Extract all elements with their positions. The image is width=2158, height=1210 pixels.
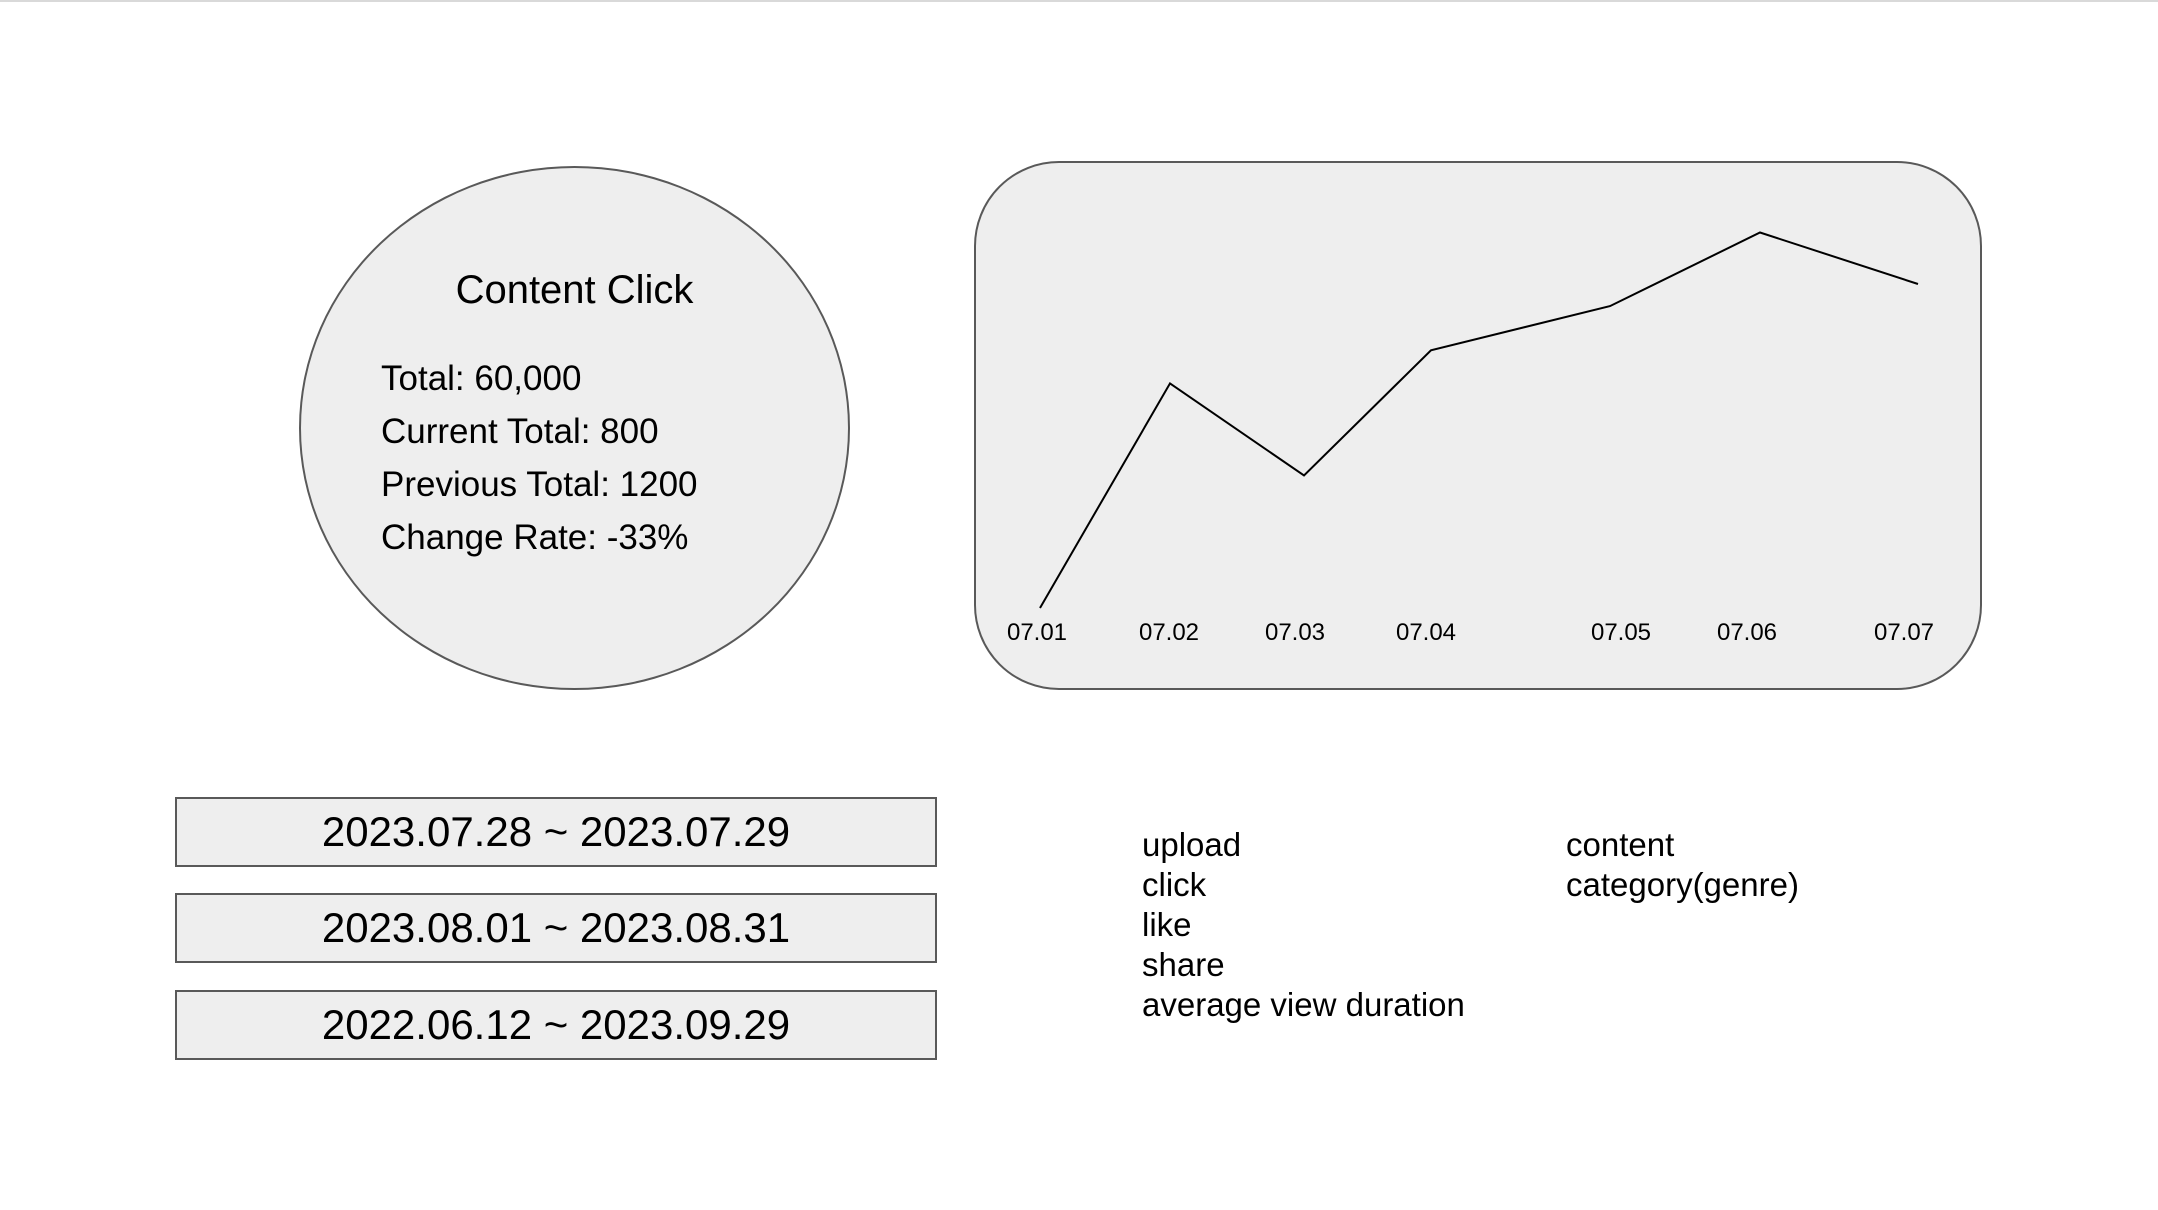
summary-stats: Total: 60,000 Current Total: 800 Previou…	[381, 352, 698, 564]
metric-average-view-duration[interactable]: average view duration	[1142, 985, 1465, 1025]
date-range-button-1[interactable]: 2023.07.28 ~ 2023.07.29	[175, 797, 937, 867]
x-tick-label: 07.01	[1007, 619, 1067, 646]
stat-current-total: Current Total: 800	[381, 412, 659, 451]
metric-share[interactable]: share	[1142, 945, 1465, 985]
series-line	[1039, 231, 1919, 609]
x-tick-label: 07.06	[1717, 619, 1777, 646]
x-tick-label: 07.02	[1139, 619, 1199, 646]
x-tick-label: 07.05	[1591, 619, 1651, 646]
stat-previous-total: Previous Total: 1200	[381, 465, 698, 504]
dimension-options: content category(genre)	[1566, 825, 1799, 905]
date-range-button-3[interactable]: 2022.06.12 ~ 2023.09.29	[175, 990, 937, 1060]
dimension-content[interactable]: content	[1566, 825, 1799, 865]
metric-click[interactable]: click	[1142, 865, 1465, 905]
summary-title: Content Click	[455, 268, 694, 312]
trend-line-chart: 07.01 07.02 07.03 07.04 07.05 07.06 07.07	[1007, 231, 1934, 646]
metric-like[interactable]: like	[1142, 905, 1465, 945]
date-range-button-2[interactable]: 2023.08.01 ~ 2023.08.31	[175, 893, 937, 963]
metric-upload[interactable]: upload	[1142, 825, 1465, 865]
metric-options: upload click like share average view dur…	[1142, 825, 1465, 1025]
top-divider	[0, 0, 2158, 2]
dimension-category-genre[interactable]: category(genre)	[1566, 865, 1799, 905]
content-click-summary-card: Content Click Total: 60,000 Current Tota…	[299, 166, 850, 690]
x-tick-label: 07.03	[1265, 619, 1325, 646]
stat-total: Total: 60,000	[381, 359, 582, 398]
x-tick-label: 07.07	[1874, 619, 1934, 646]
x-tick-label: 07.04	[1396, 619, 1456, 646]
trend-chart-panel: 07.01 07.02 07.03 07.04 07.05 07.06 07.07	[974, 161, 1982, 690]
stat-change-rate: Change Rate: -33%	[381, 518, 689, 557]
